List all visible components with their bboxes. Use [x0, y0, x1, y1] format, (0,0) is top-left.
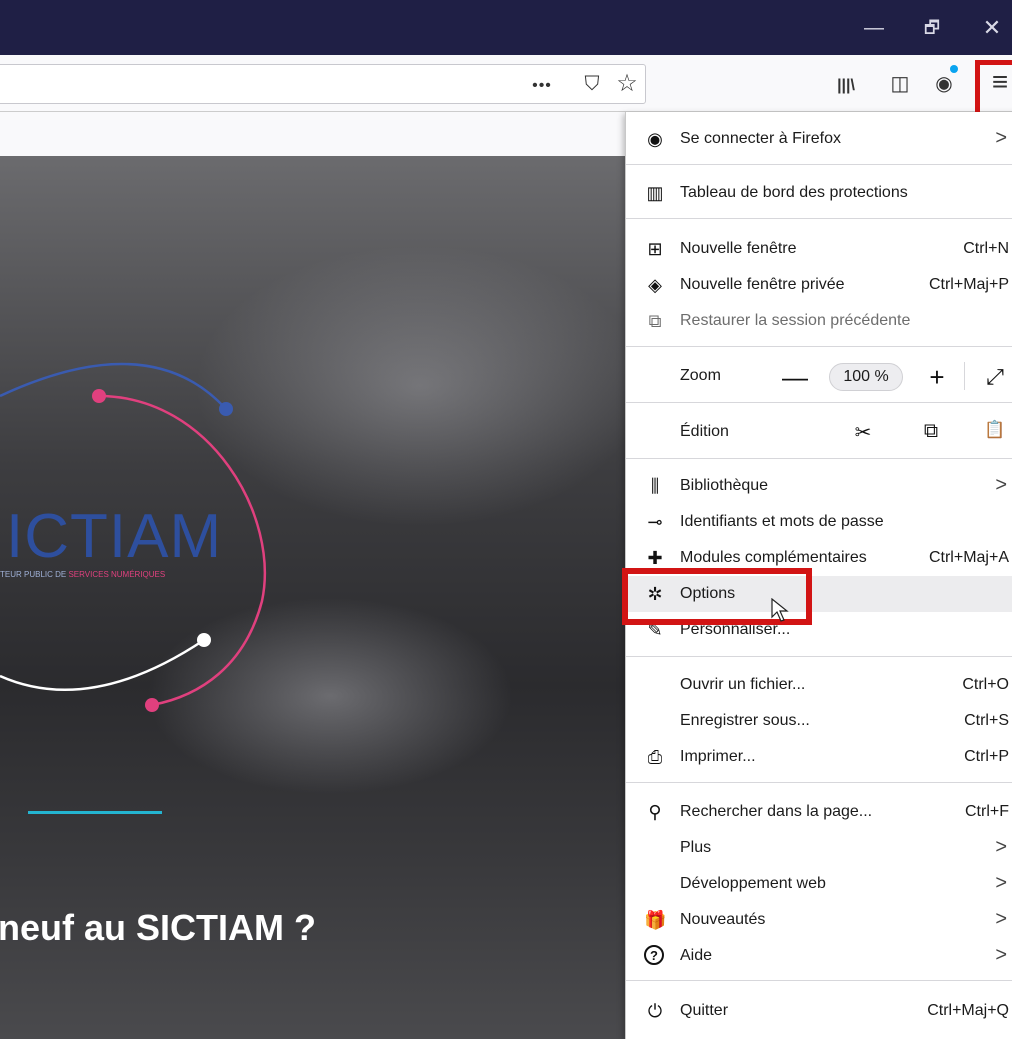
library-icon: ⫼	[650, 476, 660, 496]
menu-item-new-window[interactable]: ⊞ Nouvelle fenêtre Ctrl+N	[626, 231, 1012, 267]
notification-dot	[950, 65, 958, 73]
menu-item-save-as[interactable]: Enregistrer sous... Ctrl+S	[626, 703, 1012, 739]
key-icon: ⊸	[647, 512, 663, 532]
menu-separator	[626, 218, 1012, 219]
bookmark-star-icon[interactable]: ☆	[613, 70, 641, 98]
menu-item-web-developer[interactable]: Développement web >	[626, 866, 1012, 902]
menu-separator	[626, 402, 1012, 403]
protections-dashboard-icon: ▥	[646, 183, 664, 203]
menu-separator	[626, 164, 1012, 165]
zoom-reset-button[interactable]: 100 %	[829, 363, 903, 391]
menu-item-restore-session[interactable]: ⧉ Restaurer la session précédente	[626, 303, 1012, 339]
menu-item-protections[interactable]: ▥ Tableau de bord des protections	[626, 175, 1012, 211]
chevron-right-icon: >	[995, 944, 1007, 966]
minimize-button[interactable]: —	[854, 12, 894, 44]
menu-item-private-window[interactable]: ◈ Nouvelle fenêtre privée Ctrl+Maj+P	[626, 267, 1012, 303]
fullscreen-icon[interactable]: ⤢	[980, 364, 1010, 390]
puzzle-piece-icon: ✚	[647, 548, 663, 568]
menu-item-sign-in[interactable]: ◉ Se connecter à Firefox >	[626, 121, 1012, 157]
web-page-content: ICTIAM TEUR PUBLIC DE SERVICES NUMÉRIQUE…	[0, 156, 628, 1039]
account-icon[interactable]: ◉	[930, 70, 958, 98]
help-icon: ?	[644, 945, 664, 965]
page-actions-icon[interactable]: •••	[528, 72, 556, 100]
cut-icon[interactable]: ✂	[850, 420, 876, 445]
title-bar: — 🗗 ✕	[0, 0, 1012, 55]
menu-item-library[interactable]: ⫼ Bibliothèque >	[626, 468, 1012, 504]
menu-item-more[interactable]: Plus >	[626, 830, 1012, 866]
navigation-toolbar	[0, 55, 1012, 112]
menu-item-zoom: Zoom — 100 % + ⤢	[626, 358, 1012, 394]
menu-separator	[626, 980, 1012, 981]
brand-tagline: TEUR PUBLIC DE SERVICES NUMÉRIQUES	[0, 570, 166, 579]
menu-separator	[964, 362, 965, 390]
chevron-right-icon: >	[995, 127, 1007, 149]
copy-icon[interactable]: ⧉	[918, 420, 944, 443]
chevron-right-icon: >	[995, 836, 1007, 858]
new-window-icon: ⊞	[647, 239, 663, 259]
chevron-right-icon: >	[995, 908, 1007, 930]
menu-item-whats-new[interactable]: 🎁 Nouveautés >	[626, 902, 1012, 938]
menu-item-find[interactable]: ⚲ Rechercher dans la page... Ctrl+F	[626, 794, 1012, 830]
power-icon: ⏻	[647, 1001, 663, 1021]
menu-item-logins[interactable]: ⊸ Identifiants et mots de passe	[626, 504, 1012, 540]
menu-separator	[626, 782, 1012, 783]
zoom-out-button[interactable]: —	[780, 362, 810, 393]
chevron-right-icon: >	[995, 872, 1007, 894]
chevron-right-icon: >	[995, 474, 1007, 496]
pocket-icon[interactable]: ⛉	[578, 70, 606, 98]
restore-session-icon: ⧉	[648, 311, 662, 331]
browser-window: — 🗗 ✕ ••• ⛉ ☆ |||\ ◫ ◉ ≡ ICTIAM TEUR PUB…	[0, 0, 1012, 1039]
gift-icon: 🎁	[644, 910, 667, 930]
close-button[interactable]: ✕	[972, 12, 1012, 44]
mouse-cursor-icon	[771, 598, 789, 622]
menu-separator	[626, 656, 1012, 657]
menu-button-highlight	[975, 60, 1012, 118]
menu-item-quit[interactable]: ⏻ Quitter Ctrl+Maj+Q	[626, 993, 1012, 1029]
menu-separator	[626, 458, 1012, 459]
zoom-in-button[interactable]: +	[922, 362, 952, 393]
menu-item-help[interactable]: ? Aide >	[626, 938, 1012, 974]
restore-button[interactable]: 🗗	[912, 12, 952, 44]
private-mask-icon: ◈	[648, 275, 662, 295]
account-icon: ◉	[647, 129, 663, 149]
menu-item-edit: Édition ✂ ⧉ 📋	[626, 414, 1012, 450]
page-headline: neuf au SICTIAM ?	[0, 907, 316, 948]
menu-item-open-file[interactable]: Ouvrir un fichier... Ctrl+O	[626, 667, 1012, 703]
sidebar-icon[interactable]: ◫	[886, 70, 914, 98]
menu-item-print[interactable]: ⎙ Imprimer... Ctrl+P	[626, 739, 1012, 775]
accent-divider	[28, 811, 162, 814]
library-icon[interactable]: |||\	[832, 72, 860, 100]
brand-name: ICTIAM	[6, 502, 223, 571]
search-icon: ⚲	[648, 802, 662, 822]
menu-separator	[626, 346, 1012, 347]
printer-icon: ⎙	[647, 747, 663, 767]
paste-icon[interactable]: 📋	[982, 420, 1008, 440]
